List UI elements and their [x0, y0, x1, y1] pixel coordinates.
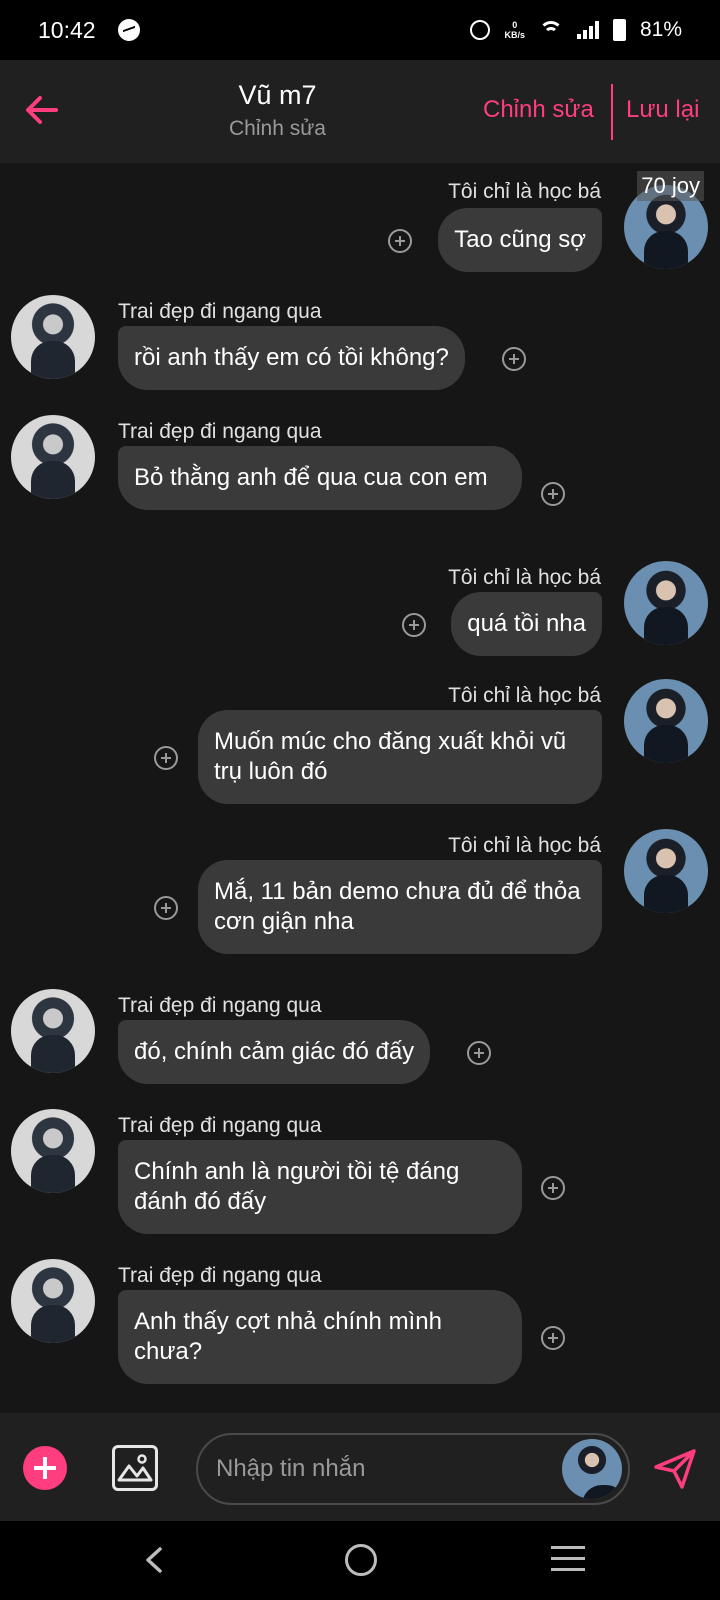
add-reaction-icon[interactable]	[541, 1326, 565, 1350]
status-indicators: 0 KB/s 81%	[470, 18, 682, 42]
message-bubble[interactable]: Tao cũng sợ	[438, 208, 602, 272]
edit-button[interactable]: Chỉnh sửa	[483, 96, 594, 124]
composer-bar	[0, 1413, 720, 1521]
overlay-label: 70 joy	[637, 171, 704, 201]
add-reaction-icon[interactable]	[541, 482, 565, 506]
add-reaction-icon[interactable]	[541, 1176, 565, 1200]
network-speed: 0 KB/s	[504, 20, 525, 40]
avatar[interactable]	[11, 989, 95, 1073]
add-reaction-icon[interactable]	[154, 746, 178, 770]
avatar[interactable]	[562, 1439, 622, 1499]
avatar[interactable]	[11, 1109, 95, 1193]
add-reaction-icon[interactable]	[502, 347, 526, 371]
alarm-icon	[470, 20, 491, 40]
page-subtitle: Chỉnh sửa	[229, 117, 326, 140]
sender-name: Trai đẹp đi ngang qua	[118, 420, 322, 443]
sender-name: Trai đẹp đi ngang qua	[118, 300, 322, 323]
add-reaction-icon[interactable]	[467, 1041, 491, 1065]
sender-name: Tôi chỉ là học bá	[448, 180, 601, 203]
sender-name: Tôi chỉ là học bá	[448, 566, 601, 589]
send-icon[interactable]	[652, 1445, 698, 1491]
sender-name: Trai đẹp đi ngang qua	[118, 994, 322, 1017]
avatar[interactable]	[624, 829, 708, 913]
save-button[interactable]: Lưu lại	[626, 96, 699, 124]
sender-name: Trai đẹp đi ngang qua	[118, 1264, 322, 1287]
sender-name: Tôi chỉ là học bá	[448, 684, 601, 707]
message-bubble[interactable]: quá tồi nha	[451, 592, 602, 656]
page-title: Vũ m7	[238, 80, 317, 110]
avatar[interactable]	[624, 561, 708, 645]
image-icon[interactable]	[112, 1445, 158, 1491]
message-bubble[interactable]: Mắ, 11 bản demo chưa đủ để thỏa cơn giận…	[198, 860, 602, 954]
avatar[interactable]	[11, 1259, 95, 1343]
battery-icon	[612, 19, 626, 41]
message-bubble[interactable]: rồi anh thấy em có tồi không?	[118, 326, 465, 390]
nav-back-icon[interactable]	[138, 1543, 172, 1577]
system-nav-bar	[0, 1521, 720, 1600]
nav-recent-icon[interactable]	[551, 1546, 585, 1572]
message-bubble[interactable]: Chính anh là người tồi tệ đáng đánh đó đ…	[118, 1140, 522, 1234]
add-reaction-icon[interactable]	[402, 613, 426, 637]
status-time: 10:42	[38, 16, 96, 43]
signal-icon	[576, 21, 599, 39]
avatar[interactable]	[11, 295, 95, 379]
message-bubble[interactable]: Muốn múc cho đăng xuất khỏi vũ trụ luôn …	[198, 710, 602, 804]
wifi-icon	[538, 21, 563, 39]
add-icon[interactable]	[23, 1446, 67, 1490]
message-input-wrapper	[196, 1433, 630, 1505]
avatar[interactable]	[624, 679, 708, 763]
title-block: Vũ m7 Chỉnh sửa	[180, 80, 375, 141]
sender-name: Tôi chỉ là học bá	[448, 834, 601, 857]
sender-name: Trai đẹp đi ngang qua	[118, 1114, 322, 1137]
back-arrow-icon[interactable]	[22, 90, 62, 130]
nav-home-icon[interactable]	[345, 1544, 377, 1576]
add-reaction-icon[interactable]	[388, 229, 412, 253]
chat-area[interactable]: Tôi chỉ là học bá Tao cũng sợ 70 joy Tra…	[0, 163, 720, 1413]
battery-level: 81%	[639, 18, 682, 41]
message-input[interactable]	[216, 1435, 546, 1503]
message-bubble[interactable]: Anh thấy cợt nhả chính mình chưa?	[118, 1290, 522, 1384]
network-speed-unit: KB/s	[504, 30, 525, 40]
status-bar: 10:42 0 KB/s 81%	[0, 0, 720, 60]
chat-header: Vũ m7 Chỉnh sửa Chỉnh sửa Lưu lại	[0, 60, 720, 163]
avatar[interactable]	[11, 415, 95, 499]
message-bubble[interactable]: Bỏ thằng anh để qua cua con em	[118, 446, 522, 510]
add-reaction-icon[interactable]	[154, 896, 178, 920]
network-speed-value: 0	[512, 20, 518, 30]
header-divider	[611, 84, 613, 140]
messenger-notification-icon	[117, 19, 140, 41]
message-bubble[interactable]: đó, chính cảm giác đó đấy	[118, 1020, 431, 1084]
